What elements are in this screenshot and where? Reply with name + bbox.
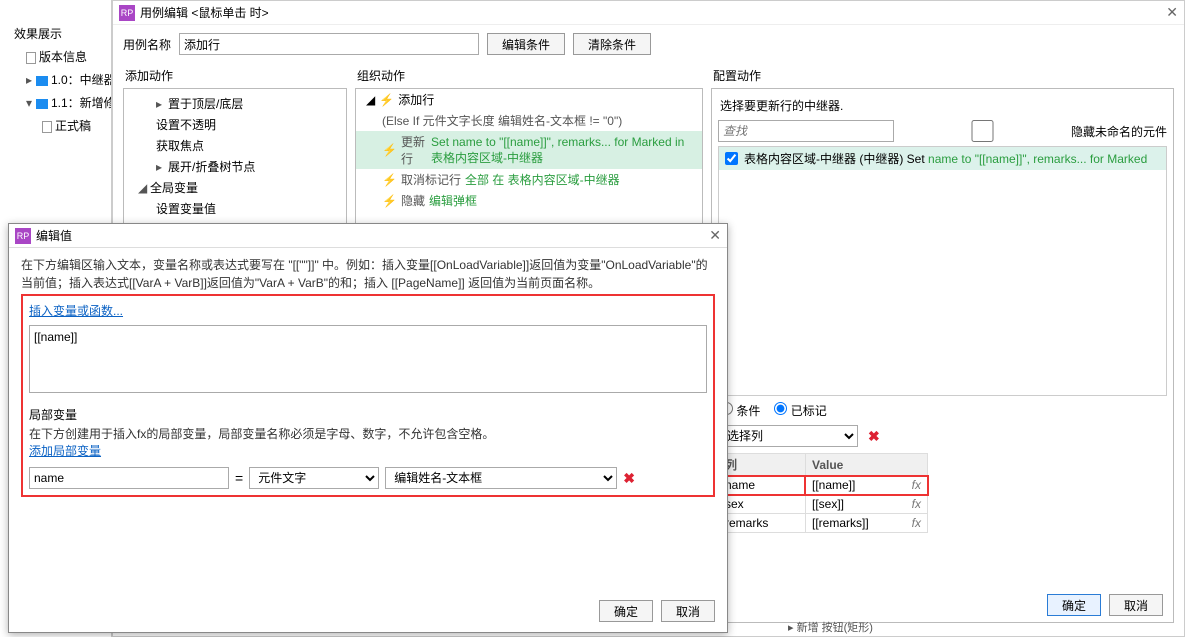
local-var-title: 局部变量 <box>29 406 707 423</box>
delete-icon[interactable]: ✖ <box>868 428 880 445</box>
widget-list[interactable]: 表格内容区域-中继器 (中继器) Set name to "[[name]]",… <box>718 146 1167 396</box>
find-input[interactable] <box>718 120 894 142</box>
insert-variable-link[interactable]: 插入变量或函数... <box>29 304 123 318</box>
add-local-var-link[interactable]: 添加局部变量 <box>29 444 101 458</box>
delete-icon[interactable]: ✖ <box>623 470 635 487</box>
edit-conditions-button[interactable]: 编辑条件 <box>487 33 565 55</box>
titlebar: RP 用例编辑 <鼠标单击 时> ✕ <box>113 1 1184 25</box>
widget-checkbox[interactable] <box>725 152 738 165</box>
close-icon[interactable]: ✕ <box>709 227 721 244</box>
bolt-icon: ⚡ <box>382 143 397 157</box>
bolt-icon: ⚡ <box>382 173 397 187</box>
bottom-peek: ▸ 新增 按钮(矩形) <box>788 619 873 635</box>
chevron-down-icon: ◢ <box>138 181 150 195</box>
tree-item[interactable]: 版本信息 <box>0 45 111 68</box>
action-group[interactable]: ◢全局变量 <box>128 177 342 198</box>
close-icon[interactable]: ✕ <box>1166 4 1178 21</box>
chevron-down-icon: ◢ <box>366 93 375 107</box>
action-item[interactable]: 设置变量值 <box>128 198 342 219</box>
folder-icon <box>36 76 48 86</box>
tree-item[interactable]: ▸1.0：中继器的项 <box>0 68 111 91</box>
widget-item[interactable]: 表格内容区域-中继器 (中继器) Set name to "[[name]]",… <box>719 147 1166 170</box>
tree-root[interactable]: 效果展示 <box>0 22 111 45</box>
local-var-type-select[interactable]: 元件文字 <box>249 467 379 489</box>
dialog-title: 编辑值 <box>36 227 72 244</box>
config-action-header: 配置动作 <box>711 63 1174 88</box>
action-row[interactable]: ⚡更新行 Set name to "[[name]]", remarks... … <box>356 131 702 169</box>
tree-item[interactable]: ▾1.1：新增修改对 <box>0 91 111 114</box>
organize-actions-header: 组织动作 <box>355 63 703 88</box>
config-panel: 选择要更新行的中继器. 隐藏未命名的元件 表格内容区域-中继器 (中继器) Se… <box>711 88 1174 623</box>
table-row[interactable]: remarks[[remarks]]fx <box>719 514 928 533</box>
col-header: Value <box>805 454 927 476</box>
radio-marked[interactable]: 已标记 <box>774 402 826 419</box>
condition-row[interactable]: (Else If 元件文字长度 编辑姓名-文本框 != "0") <box>356 110 702 131</box>
expression-textarea[interactable] <box>29 325 707 393</box>
app-icon: RP <box>15 228 31 244</box>
action-item[interactable]: ▸展开/折叠树节点 <box>128 156 342 177</box>
bolt-icon: ⚡ <box>382 194 397 208</box>
cancel-button[interactable]: 取消 <box>661 600 715 622</box>
ok-button[interactable]: 确定 <box>599 600 653 622</box>
cancel-button[interactable]: 取消 <box>1109 594 1163 616</box>
table-row[interactable]: name[[name]]fx <box>719 476 928 495</box>
col-header: 列 <box>719 454 806 476</box>
file-icon <box>26 52 36 64</box>
bolt-icon: ⚡ <box>379 93 394 107</box>
action-item[interactable]: ▸置于顶层/底层 <box>128 93 342 114</box>
fx-icon[interactable]: fx <box>912 516 921 530</box>
action-item[interactable]: 设置不透明 <box>128 114 342 135</box>
action-row[interactable]: ⚡隐藏 编辑弹框 <box>356 190 702 211</box>
app-icon: RP <box>119 5 135 21</box>
file-icon <box>42 121 52 133</box>
window-title: 用例编辑 <鼠标单击 时> <box>140 4 269 21</box>
chevron-right-icon: ▸ <box>156 97 168 111</box>
tree-item[interactable]: 正式稿 <box>0 114 111 137</box>
config-hint: 选择要更新行的中继器. <box>718 95 1167 116</box>
select-column[interactable]: 选择列 <box>718 425 858 447</box>
equals-label: = <box>235 470 243 486</box>
expression-section: 插入变量或函数... 局部变量 在下方创建用于插入fx的局部变量，局部变量名称必… <box>21 294 715 497</box>
hide-unnamed-checkbox[interactable] <box>900 120 1066 142</box>
folder-icon <box>36 99 48 109</box>
local-var-target-select[interactable]: 编辑姓名-文本框 <box>385 467 617 489</box>
case-row[interactable]: ◢⚡添加行 <box>356 89 702 110</box>
chevron-right-icon: ▸ <box>26 73 36 87</box>
local-var-hint: 在下方创建用于插入fx的局部变量，局部变量名称必须是字母、数字，不允许包含空格。 <box>29 425 707 442</box>
hide-unnamed-label: 隐藏未命名的元件 <box>1071 123 1167 140</box>
values-table: 列Value name[[name]]fx sex[[sex]]fx remar… <box>718 453 928 533</box>
fx-icon[interactable]: fx <box>912 478 921 492</box>
ok-button[interactable]: 确定 <box>1047 594 1101 616</box>
local-var-row: = 元件文字 编辑姓名-文本框 ✖ <box>29 467 707 489</box>
chevron-down-icon: ▾ <box>26 96 36 110</box>
case-name-input[interactable] <box>179 33 479 55</box>
dialog-description: 在下方编辑区输入文本，变量名称或表达式要写在 "[[""]]" 中。例如：插入变… <box>21 256 715 290</box>
chevron-right-icon: ▸ <box>156 160 168 174</box>
action-row[interactable]: ⚡取消标记行 全部 在 表格内容区域-中继器 <box>356 169 702 190</box>
clear-conditions-button[interactable]: 清除条件 <box>573 33 651 55</box>
table-row[interactable]: sex[[sex]]fx <box>719 495 928 514</box>
edit-value-dialog: RP 编辑值 ✕ 在下方编辑区输入文本，变量名称或表达式要写在 "[[""]]"… <box>8 223 728 633</box>
add-action-header: 添加动作 <box>123 63 347 88</box>
fx-icon[interactable]: fx <box>912 497 921 511</box>
action-item[interactable]: 获取焦点 <box>128 135 342 156</box>
local-var-name-input[interactable] <box>29 467 229 489</box>
case-name-label: 用例名称 <box>123 36 171 53</box>
